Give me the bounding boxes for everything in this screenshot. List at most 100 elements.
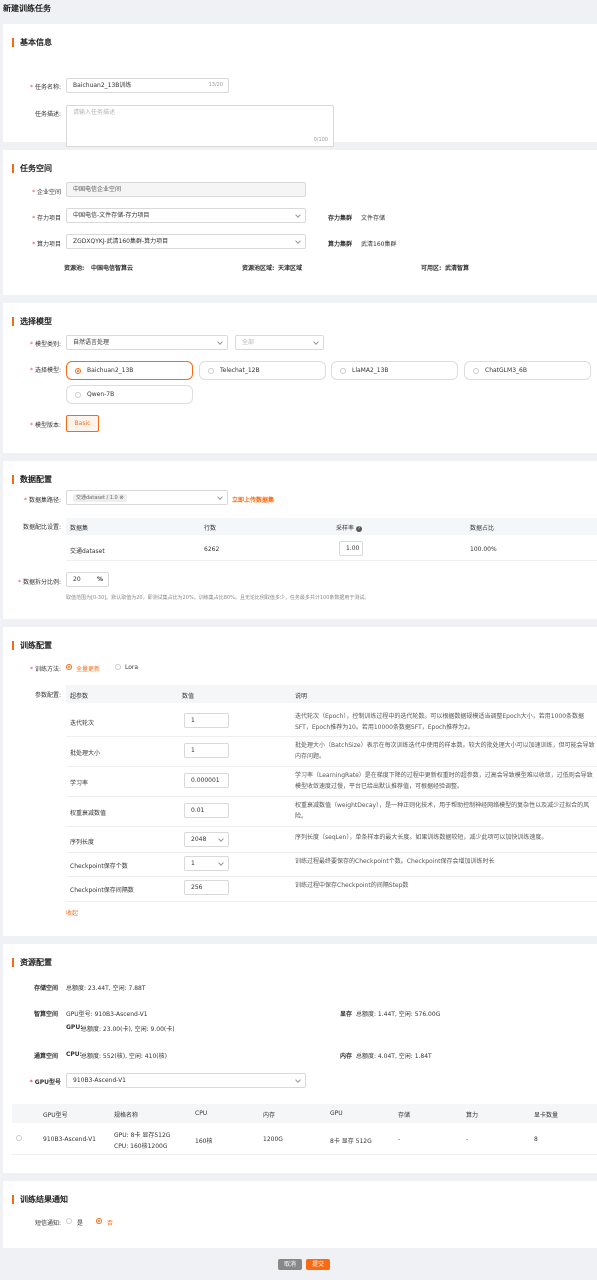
gpu-model-select[interactable]: 910B3-Ascend-V1 — [66, 1073, 306, 1088]
col-rate: 采样率 ? — [336, 525, 362, 532]
compute-cluster-label: 算力集群 — [328, 241, 353, 248]
model-option-baichuan2[interactable]: Baichuan2_13B — [66, 361, 193, 380]
radio-icon — [75, 392, 81, 398]
region-value: 天津区域 — [278, 265, 303, 272]
compute-project-select[interactable]: ZGDXQYKJ-武清160集群-算力项目 — [66, 234, 306, 249]
task-name-value: Baichuan2_13B训练 — [73, 82, 132, 89]
divider — [66, 736, 597, 737]
gpu-model-value: 910B3-Ascend-V1 — [73, 1077, 126, 1084]
model-version-tag[interactable]: Basic — [66, 415, 99, 432]
col-mem: 内存 — [263, 1112, 276, 1119]
section-title: 数据配置 — [12, 475, 52, 484]
model-category-select[interactable]: 自然语言处理 — [66, 335, 228, 350]
param-name: 序列长度 — [70, 839, 95, 846]
param-desc: 权重衰减数值（weightDecay），是一种正则化技术，用于帮助控制神经网络模… — [295, 802, 590, 820]
model-version-label: 模型版本: — [30, 420, 61, 429]
dataset-chip[interactable]: 交通dataset / 1.0 ⊗ — [73, 494, 127, 502]
divider — [66, 901, 597, 902]
help-icon[interactable]: ? — [355, 525, 362, 532]
chevron-down-icon — [295, 212, 301, 218]
radio-full-update[interactable] — [66, 664, 72, 670]
compute-cluster-value: 武清160集群 — [361, 241, 397, 248]
col-rows: 行数 — [204, 525, 217, 532]
params-label: 参数配置: — [34, 692, 61, 699]
ratio-rows: 6262 — [204, 546, 220, 553]
task-desc-textarea[interactable]: 请输入任务描述 0/100 — [66, 105, 334, 147]
split-ratio-input[interactable]: 20 % — [66, 572, 109, 587]
param-value-select[interactable]: 2048 — [184, 832, 229, 847]
param-value-select[interactable]: 1 — [184, 856, 229, 871]
section-title: 选择模型 — [12, 317, 52, 326]
ai-gpu-model: GPU型号: 910B3-Ascend-V1 — [66, 1011, 148, 1018]
col-count: 显卡数量 — [534, 1112, 559, 1119]
sampling-rate-input[interactable]: 1.00 — [339, 541, 363, 556]
submit-button[interactable]: 提交 — [306, 1259, 330, 1270]
resource-config-card: 资源配置 存储空间 总额度: 23.44T, 空闲: 7.88T 智算空间 GP… — [3, 944, 597, 1173]
section-title: 训练结果通知 — [12, 1195, 68, 1204]
divider — [66, 796, 597, 797]
param-desc: 训练过程最终要保存的Checkpoint个数。Checkpoint保存会增加训练… — [295, 858, 495, 865]
model-subcategory-value: 全部 — [242, 339, 255, 346]
chevron-down-icon — [218, 836, 224, 842]
param-value-input[interactable]: 0.000001 — [184, 773, 229, 788]
data-config-card: 数据配置 数据集路径: 交通dataset / 1.0 ⊗ 立即上传数据集 数据… — [3, 461, 597, 619]
enterprise-select[interactable]: 中国电信企业空间 — [66, 182, 306, 197]
section-title: 基本信息 — [12, 38, 52, 47]
radio-notify-no[interactable] — [96, 1218, 102, 1224]
col-cpu: CPU — [195, 1110, 208, 1117]
storage-project-label: 存力项目 — [32, 213, 61, 222]
param-value-input[interactable]: 1 — [184, 713, 229, 728]
param-name: 学习率 — [70, 780, 89, 787]
basic-info-card: 基本信息 任务名称: Baichuan2_13B训练 13/20 任务描述: 请… — [3, 24, 597, 147]
params-table-header — [66, 685, 597, 703]
task-name-input[interactable]: Baichuan2_13B训练 13/20 — [66, 78, 229, 93]
spec-gpu: 8卡 显存 512G — [330, 1138, 372, 1145]
pool-value: 中国电信智算云 — [91, 265, 134, 272]
spec-row-radio[interactable] — [16, 1135, 22, 1141]
spec-storage: - — [398, 1136, 401, 1143]
storage-cluster-label: 存力集群 — [328, 215, 353, 222]
model-option-qwen[interactable]: Qwen-7B — [66, 385, 193, 404]
radio-notify-yes[interactable] — [66, 1218, 72, 1224]
model-subcategory-select[interactable]: 全部 — [235, 335, 324, 350]
zone-label: 可用区: — [421, 265, 442, 272]
param-desc: 学习率（LearningRate）是在梯度下降的过程中更新权重时的超参数，过高会… — [295, 772, 593, 790]
storage-project-value: 中国电信-文件存储-存力项目 — [73, 212, 150, 219]
col-value: 数值 — [182, 693, 195, 700]
ratio-dataset: 交通dataset — [70, 548, 105, 555]
method-lora-label: Lora — [125, 664, 139, 671]
divider — [66, 766, 597, 767]
col-desc: 说明 — [295, 693, 308, 700]
task-desc-placeholder: 请输入任务描述 — [73, 109, 116, 116]
param-desc: 训练过程中保存Checkpoint的间隔Step数 — [295, 882, 409, 889]
region-label: 资源池区域: — [242, 265, 275, 272]
ratio-share: 100.00% — [470, 546, 497, 553]
param-name: Checkpoint保存间隔数 — [70, 887, 134, 894]
col-compute: 算力 — [466, 1112, 479, 1119]
model-option-chatglm3[interactable]: ChatGLM3_6B — [464, 361, 591, 380]
param-value-input[interactable]: 256 — [184, 880, 229, 895]
train-method-label: 训练方法: — [30, 664, 61, 673]
section-title: 资源配置 — [12, 958, 52, 967]
param-value: 1 — [191, 860, 195, 867]
dataset-path-label: 数据集路径: — [24, 495, 61, 504]
upload-dataset-link[interactable]: 立即上传数据集 — [232, 495, 274, 504]
radio-icon — [340, 368, 346, 374]
ratio-table-header — [66, 518, 597, 535]
radio-lora[interactable] — [115, 664, 121, 670]
model-option-llama2[interactable]: LlaMA2_13B — [331, 361, 458, 380]
param-value-input[interactable]: 0.01 — [184, 803, 229, 818]
model-option-telechat[interactable]: Telechat_12B — [199, 361, 326, 380]
spec-name: GPU: 8卡 显存512G CPU: 160核1200G — [114, 1132, 171, 1150]
divider — [66, 852, 597, 853]
dataset-path-select[interactable]: 交通dataset / 1.0 ⊗ — [66, 490, 228, 505]
storage-project-select[interactable]: 中国电信-文件存储-存力项目 — [66, 208, 306, 223]
storage-cluster-value: 文件存储 — [361, 215, 386, 222]
collapse-link[interactable]: 收起 — [66, 908, 78, 917]
cancel-button[interactable]: 取消 — [278, 1259, 302, 1270]
chevron-down-icon — [295, 238, 301, 244]
param-name: 权重衰减数值 — [70, 810, 107, 817]
param-value-input[interactable]: 1 — [184, 743, 229, 758]
col-dataset: 数据集 — [70, 525, 89, 532]
col-gpu: GPU — [330, 1110, 343, 1117]
